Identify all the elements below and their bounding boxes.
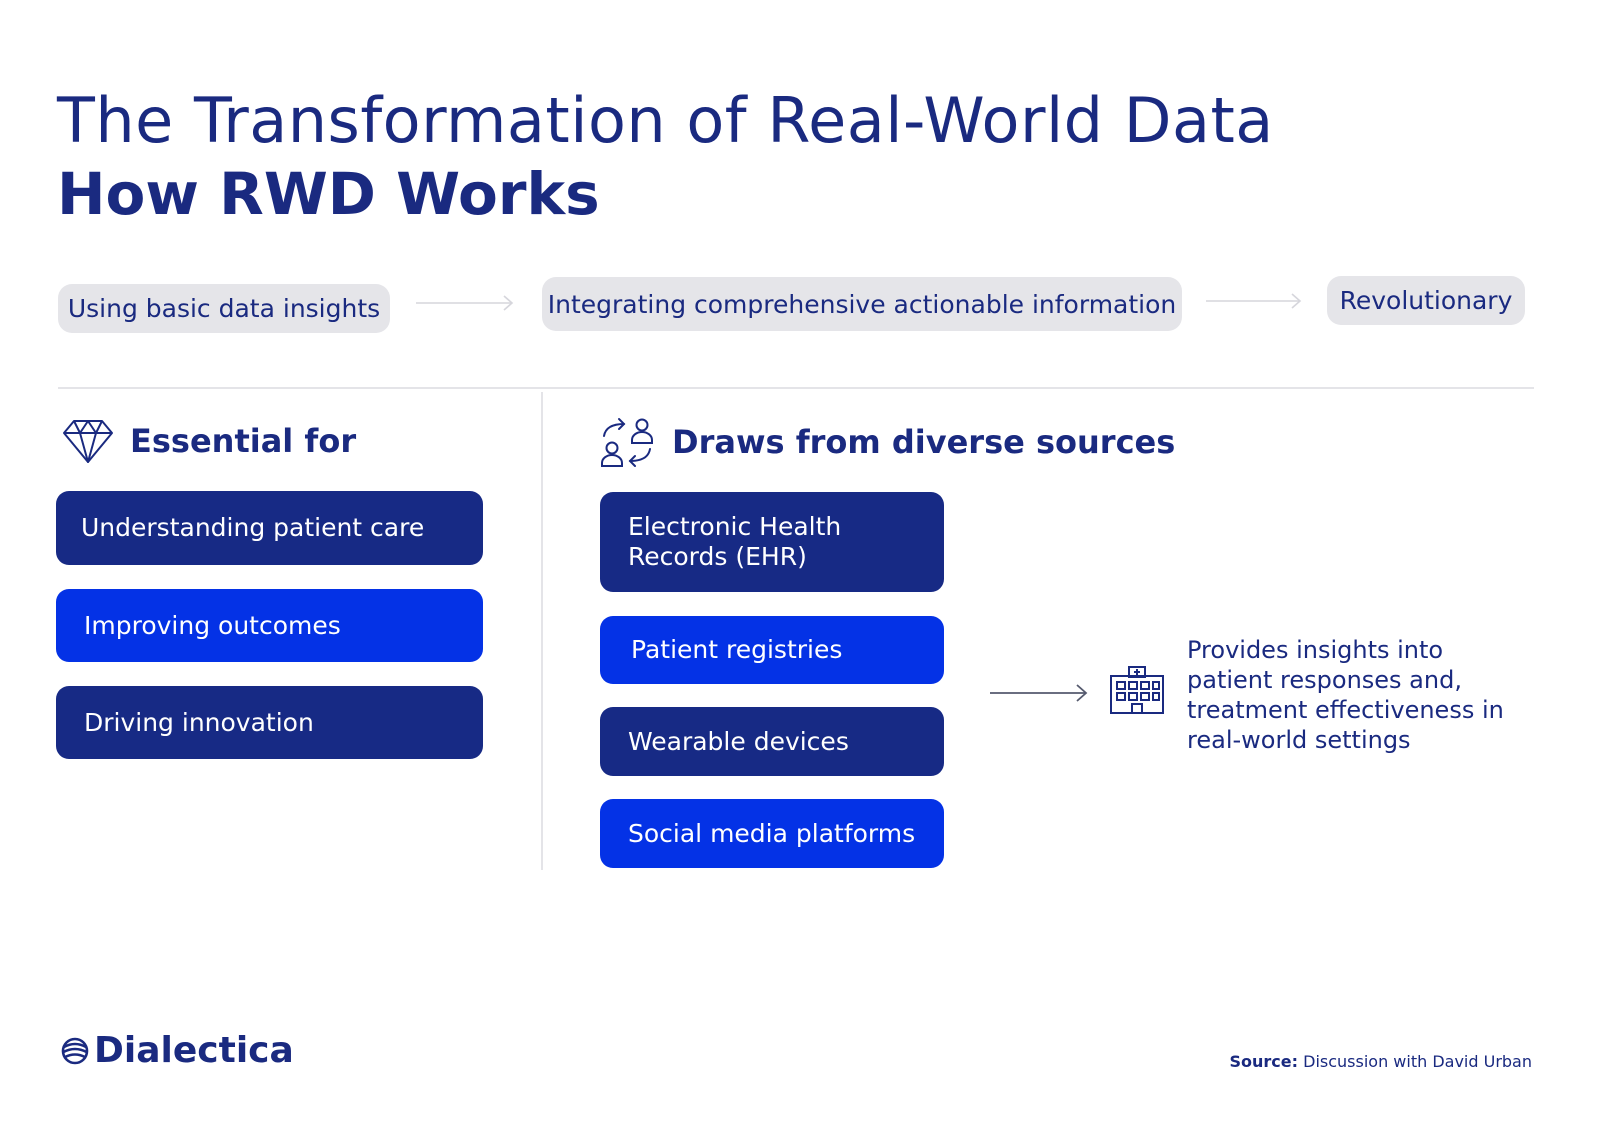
- diamond-icon: [62, 418, 114, 464]
- sources-heading-label: Draws from diverse sources: [672, 423, 1176, 461]
- flow-step-basic: Using basic data insights: [58, 284, 390, 333]
- flow-step-integrating: Integrating comprehensive actionable inf…: [542, 277, 1182, 331]
- globe-logo-icon: [60, 1036, 90, 1066]
- source-item-registries: Patient registries: [600, 616, 944, 684]
- page-title: The Transformation of Real-World Data: [57, 84, 1274, 157]
- essential-heading: Essential for: [62, 416, 356, 466]
- source-label: Source:: [1229, 1052, 1299, 1071]
- source-item-social-media: Social media platforms: [600, 799, 944, 868]
- sources-heading: Draws from diverse sources: [598, 415, 1175, 469]
- essential-item-innovation: Driving innovation: [56, 686, 483, 759]
- source-note: Source: Discussion with David Urban: [1230, 1052, 1533, 1071]
- column-divider: [541, 392, 543, 870]
- essential-item-outcomes: Improving outcomes: [56, 589, 483, 662]
- flow-arrow-icon: [1206, 293, 1302, 309]
- section-divider: [58, 387, 1534, 389]
- essential-item-patient-care: Understanding patient care: [56, 491, 483, 565]
- source-item-wearables: Wearable devices: [600, 707, 944, 776]
- source-text: Discussion with David Urban: [1303, 1052, 1532, 1071]
- result-description: Provides insights into patient responses…: [1187, 636, 1504, 754]
- logo-text: Dialectica: [94, 1030, 294, 1071]
- essential-heading-label: Essential for: [130, 422, 357, 460]
- source-item-ehr: Electronic Health Records (EHR): [600, 492, 944, 592]
- hospital-icon: [1110, 666, 1164, 714]
- flow-step-revolutionary: Revolutionary: [1327, 276, 1525, 325]
- result-arrow-icon: [990, 684, 1088, 702]
- flow-arrow-icon: [416, 295, 514, 311]
- people-exchange-icon: [598, 416, 656, 468]
- dialectica-logo: Dialectica: [60, 1030, 294, 1071]
- page-subtitle: How RWD Works: [57, 160, 600, 228]
